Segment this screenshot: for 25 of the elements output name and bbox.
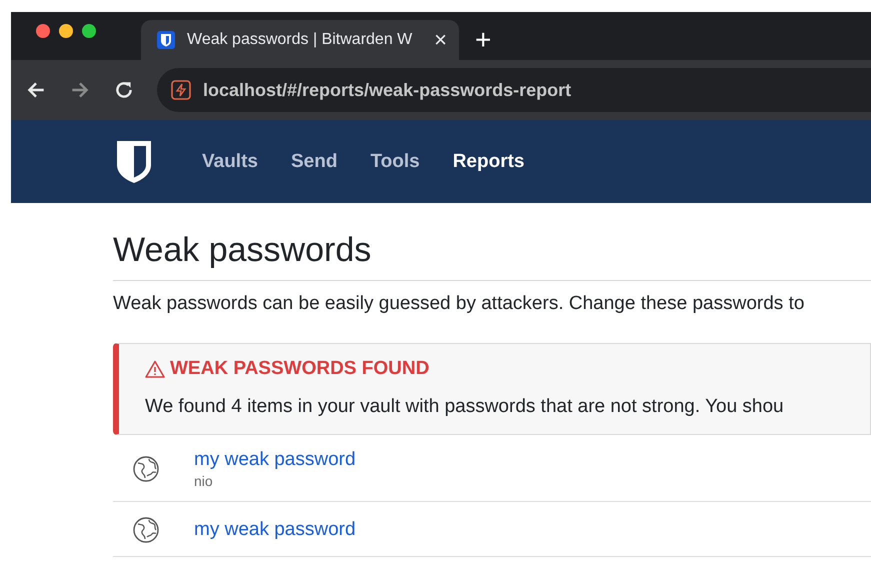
page-description: Weak passwords can be easily guessed by attackers. Change these passwords to xyxy=(113,293,806,315)
nav-link[interactable]: Reports xyxy=(452,150,524,172)
close-window-icon[interactable] xyxy=(36,24,50,38)
globe-icon xyxy=(132,516,160,544)
warning-icon xyxy=(145,360,165,378)
nav-link[interactable]: Vaults xyxy=(202,150,258,172)
item-link[interactable]: my weak password xyxy=(194,449,356,471)
maximize-window-icon[interactable] xyxy=(82,24,96,38)
item-link[interactable]: my weak password xyxy=(194,519,356,541)
new-tab-button[interactable]: + xyxy=(475,26,492,54)
nav-link[interactable]: Send xyxy=(290,150,338,172)
address-bar[interactable]: localhost/#/reports/weak-passwords-report xyxy=(157,68,871,112)
page-title: Weak passwords xyxy=(113,231,871,281)
shield-logo[interactable] xyxy=(116,140,152,184)
reload-icon[interactable] xyxy=(113,79,135,101)
callout-title: WEAK PASSWORDS FOUND xyxy=(170,358,430,380)
shield-icon xyxy=(157,31,175,49)
bolt-icon xyxy=(171,80,191,100)
browser-tab[interactable]: Weak passwords | Bitwarden W × xyxy=(141,20,459,60)
callout-text: We found 4 items in your vault with passwords that are not strong. You shou xyxy=(145,396,785,418)
close-tab-button[interactable]: × xyxy=(434,29,447,51)
minimize-window-icon[interactable] xyxy=(59,24,73,38)
item-username: nio xyxy=(194,473,214,489)
globe-icon xyxy=(132,455,160,483)
nav-link[interactable]: Tools xyxy=(370,150,420,172)
